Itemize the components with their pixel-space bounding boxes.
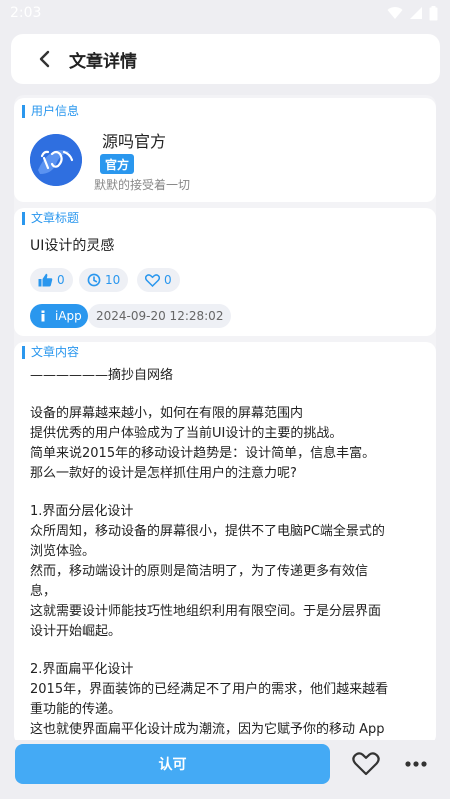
user-bio: 默默的接受着一切 bbox=[94, 178, 191, 192]
approve-button[interactable]: 认可 bbox=[15, 744, 330, 784]
page-title: 文章详情 bbox=[69, 51, 137, 72]
more-options-button[interactable] bbox=[400, 748, 432, 780]
history-icon bbox=[87, 273, 101, 287]
app-info-icon bbox=[41, 310, 45, 322]
section-label-user: 用户信息 bbox=[22, 105, 79, 118]
like-count: 0 bbox=[57, 273, 65, 287]
battery-icon bbox=[429, 5, 438, 20]
signal-icon bbox=[410, 7, 422, 19]
favorite-button[interactable] bbox=[350, 748, 382, 780]
content-paragraph: 设备的屏幕越来越小，如何在有限的屏幕范围内 提供优秀的用户体验成为了当前UI设计… bbox=[30, 406, 376, 481]
content-paragraph: 2.界面扁平化设计 2015年，界面装饰的已经满足不了用户的需求，他们越来越看 … bbox=[30, 662, 389, 737]
bottom-action-bar: 认可 bbox=[0, 740, 450, 799]
source-logo-icon bbox=[30, 134, 82, 186]
avatar[interactable] bbox=[30, 134, 82, 186]
article-scroll-area[interactable]: 用户信息 源吗官方 官方 默默的接受着一切 文章标题 UI设计的灵感 0 10 … bbox=[14, 95, 436, 745]
official-badge: 官方 bbox=[100, 154, 134, 174]
heart-outline-icon bbox=[352, 752, 380, 776]
app-tag-label: iApp bbox=[55, 309, 82, 323]
views-pill[interactable]: 10 bbox=[79, 268, 129, 292]
content-paragraph: 1.界面分层化设计 众所周知，移动设备的屏幕很小，提供不了电脑PC端全景式的 浏… bbox=[30, 504, 385, 639]
favorite-count: 0 bbox=[164, 273, 172, 287]
section-label-content: 文章内容 bbox=[22, 346, 79, 359]
content-paragraph: ——————摘抄自网络 bbox=[30, 368, 174, 383]
top-app-bar: 文章详情 bbox=[11, 34, 440, 84]
back-button[interactable] bbox=[25, 39, 65, 79]
like-pill[interactable]: 0 bbox=[30, 268, 73, 292]
app-tag[interactable]: iApp bbox=[30, 304, 88, 328]
article-title: UI设计的灵感 bbox=[30, 238, 115, 254]
article-content-card: 文章内容 ——————摘抄自网络 设备的屏幕越来越小，如何在有限的屏幕范围内 提… bbox=[14, 342, 436, 745]
thumbs-up-icon bbox=[38, 273, 53, 287]
more-horizontal-icon bbox=[405, 761, 427, 767]
status-time: 2:03 bbox=[10, 5, 42, 21]
user-name[interactable]: 源吗官方 bbox=[102, 128, 166, 152]
chevron-left-icon bbox=[39, 50, 50, 68]
article-body: ——————摘抄自网络 设备的屏幕越来越小，如何在有限的屏幕范围内 提供优秀的用… bbox=[30, 366, 425, 740]
section-label-title: 文章标题 bbox=[22, 212, 79, 225]
view-count: 10 bbox=[105, 273, 121, 287]
status-bar: 2:03 bbox=[0, 0, 450, 26]
user-info-card: 用户信息 源吗官方 官方 默默的接受着一切 bbox=[14, 98, 436, 202]
article-title-card: 文章标题 UI设计的灵感 0 10 0 iApp 2024-09-20 12:2… bbox=[14, 208, 436, 336]
wifi-icon bbox=[387, 7, 403, 20]
publish-time: 2024-09-20 12:28:02 bbox=[88, 304, 232, 328]
heart-outline-icon bbox=[145, 273, 160, 287]
favorite-pill[interactable]: 0 bbox=[137, 268, 180, 292]
